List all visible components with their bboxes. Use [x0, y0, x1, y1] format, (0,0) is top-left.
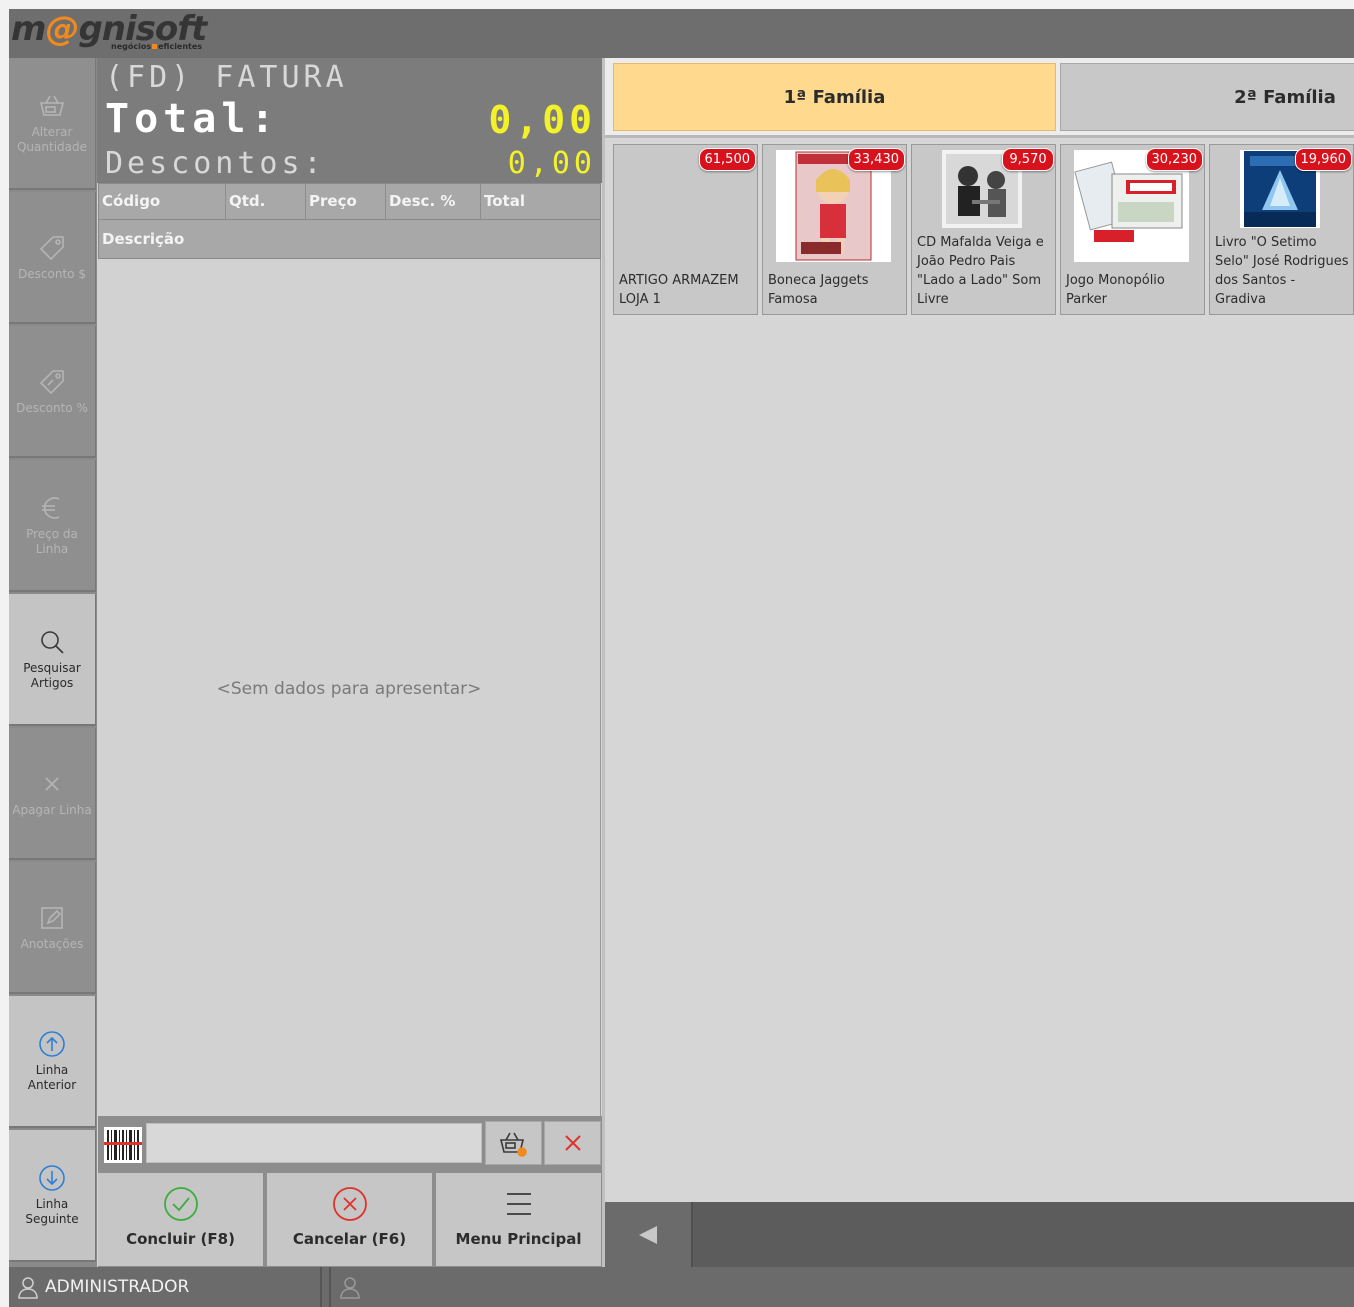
sidebar-item-linha-anterior[interactable]: Linha Anterior: [9, 996, 96, 1128]
product-name: Livro "O Setimo Selo" José Rodrigues dos…: [1215, 235, 1349, 307]
user-icon: [18, 1277, 38, 1299]
search-icon: [41, 631, 64, 654]
clear-barcode-button[interactable]: [544, 1121, 601, 1165]
main-menu-button[interactable]: Menu Principal: [436, 1173, 601, 1266]
product-name: CD Mafalda Veiga e João Pedro Pais "Lado…: [917, 235, 1044, 307]
product-tile[interactable]: 9,570 CD Mafalda Veiga e João Pedro Pais…: [911, 144, 1056, 315]
price-badge: 33,430: [847, 148, 905, 171]
current-user: ADMINISTRADOR: [9, 1267, 322, 1307]
sidebar-item-desconto-valor[interactable]: Desconto $: [9, 192, 96, 324]
column-header-preco[interactable]: Preço: [306, 184, 386, 219]
triangle-left-icon: [639, 1225, 657, 1244]
previous-page-button[interactable]: [605, 1202, 693, 1267]
family-tab-1[interactable]: 1ª Família: [613, 63, 1056, 131]
product-tile[interactable]: 61,500 ARTIGO ARMAZEM LOJA 1: [613, 144, 758, 315]
user-outline-icon: [340, 1277, 360, 1299]
basket-add-icon: [499, 1132, 527, 1157]
price-badge: 61,500: [698, 148, 756, 171]
price-badge: 19,960: [1294, 148, 1352, 171]
arrow-up-circle-icon: [39, 1031, 65, 1057]
sidebar-item-desconto-percent[interactable]: Desconto %: [9, 326, 96, 458]
grid-header: Código Qtd. Preço Desc. % Total: [98, 183, 601, 220]
user-name: ADMINISTRADOR: [45, 1277, 190, 1297]
menu-icon: [506, 1193, 531, 1215]
check-circle-icon: [163, 1187, 198, 1221]
product-tile[interactable]: 19,960 Livro "O Setimo Selo" José Rodrig…: [1209, 144, 1354, 315]
tag-icon: [39, 235, 64, 260]
document-type: (FD) FATURA: [105, 60, 348, 95]
cancel-circle-icon: [332, 1187, 367, 1221]
document-summary: (FD) FATURA Total: 0,00 Descontos: 0,00: [97, 58, 602, 183]
sidebar-item-linha-seguinte[interactable]: Linha Seguinte: [9, 1130, 96, 1262]
family-tabs: 1ª Família 2ª Família: [605, 58, 1354, 138]
discounts-label: Descontos:: [105, 146, 326, 181]
column-header-codigo[interactable]: Código: [99, 184, 226, 219]
price-badge: 9,570: [1002, 148, 1054, 171]
sidebar-item-anotacoes[interactable]: Anotações: [9, 862, 96, 994]
close-icon: [45, 776, 59, 791]
barcode-icon: [104, 1127, 142, 1163]
sidebar-item-alterar-quantidade[interactable]: Alterar Quantidade: [9, 58, 96, 190]
family-tab-2[interactable]: 2ª Família: [1060, 63, 1354, 131]
column-header-qtd[interactable]: Qtd.: [226, 184, 306, 219]
catalog-pane: 1ª Família 2ª Família 61,500 ARTIGO ARMA…: [602, 58, 1354, 1267]
barcode-bar: [98, 1116, 602, 1170]
product-tile[interactable]: 30,230 Jogo Monopólio Parker: [1060, 144, 1205, 315]
sidebar-item-preco-linha[interactable]: Preço da Linha: [9, 460, 96, 592]
add-to-basket-button[interactable]: [485, 1121, 542, 1165]
document-lines-grid[interactable]: <Sem dados para apresentar>: [98, 259, 601, 1116]
column-header-total[interactable]: Total: [481, 184, 600, 219]
column-header-desc[interactable]: Desc. %: [386, 184, 481, 219]
product-tile[interactable]: 33,430 Boneca Jaggets Famosa: [762, 144, 907, 315]
cancel-button[interactable]: Cancelar (F6): [267, 1173, 432, 1266]
tag-percent-icon: [39, 369, 64, 394]
total-value: 0,00: [488, 98, 596, 142]
user-switch-button[interactable]: [329, 1267, 369, 1307]
catalog-pager: [605, 1202, 1354, 1267]
product-name: Boneca Jaggets Famosa: [768, 273, 869, 307]
app-header: m@gnisoft negócios eficientes: [9, 9, 1354, 58]
column-header-descricao[interactable]: Descrição: [98, 220, 601, 259]
action-sidebar: Alterar Quantidade Desconto $ Desconto %…: [9, 58, 97, 1267]
sidebar-item-pesquisar-artigos[interactable]: Pesquisar Artigos: [9, 594, 96, 726]
pos-window: m@gnisoft negócios eficientes Alterar Qua…: [9, 9, 1354, 1307]
status-bar: ADMINISTRADOR: [9, 1267, 1354, 1307]
product-name: ARTIGO ARMAZEM LOJA 1: [619, 273, 739, 307]
arrow-down-circle-icon: [39, 1165, 65, 1191]
document-actions: Concluir (F8) Cancelar (F6) Menu Princip…: [98, 1170, 602, 1267]
sidebar-item-apagar-linha[interactable]: Apagar Linha: [9, 728, 96, 860]
price-badge: 30,230: [1145, 148, 1203, 171]
close-icon: [564, 1135, 581, 1151]
basket-edit-icon: [39, 95, 65, 116]
discounts-value: 0,00: [507, 146, 596, 181]
product-name: Jogo Monopólio Parker: [1066, 273, 1165, 307]
euro-icon: [42, 497, 60, 519]
conclude-button[interactable]: Concluir (F8): [98, 1173, 263, 1266]
barcode-input[interactable]: [146, 1123, 482, 1163]
note-edit-icon: [41, 906, 63, 929]
empty-grid-message: <Sem dados para apresentar>: [216, 679, 482, 699]
total-label: Total:: [105, 96, 280, 142]
